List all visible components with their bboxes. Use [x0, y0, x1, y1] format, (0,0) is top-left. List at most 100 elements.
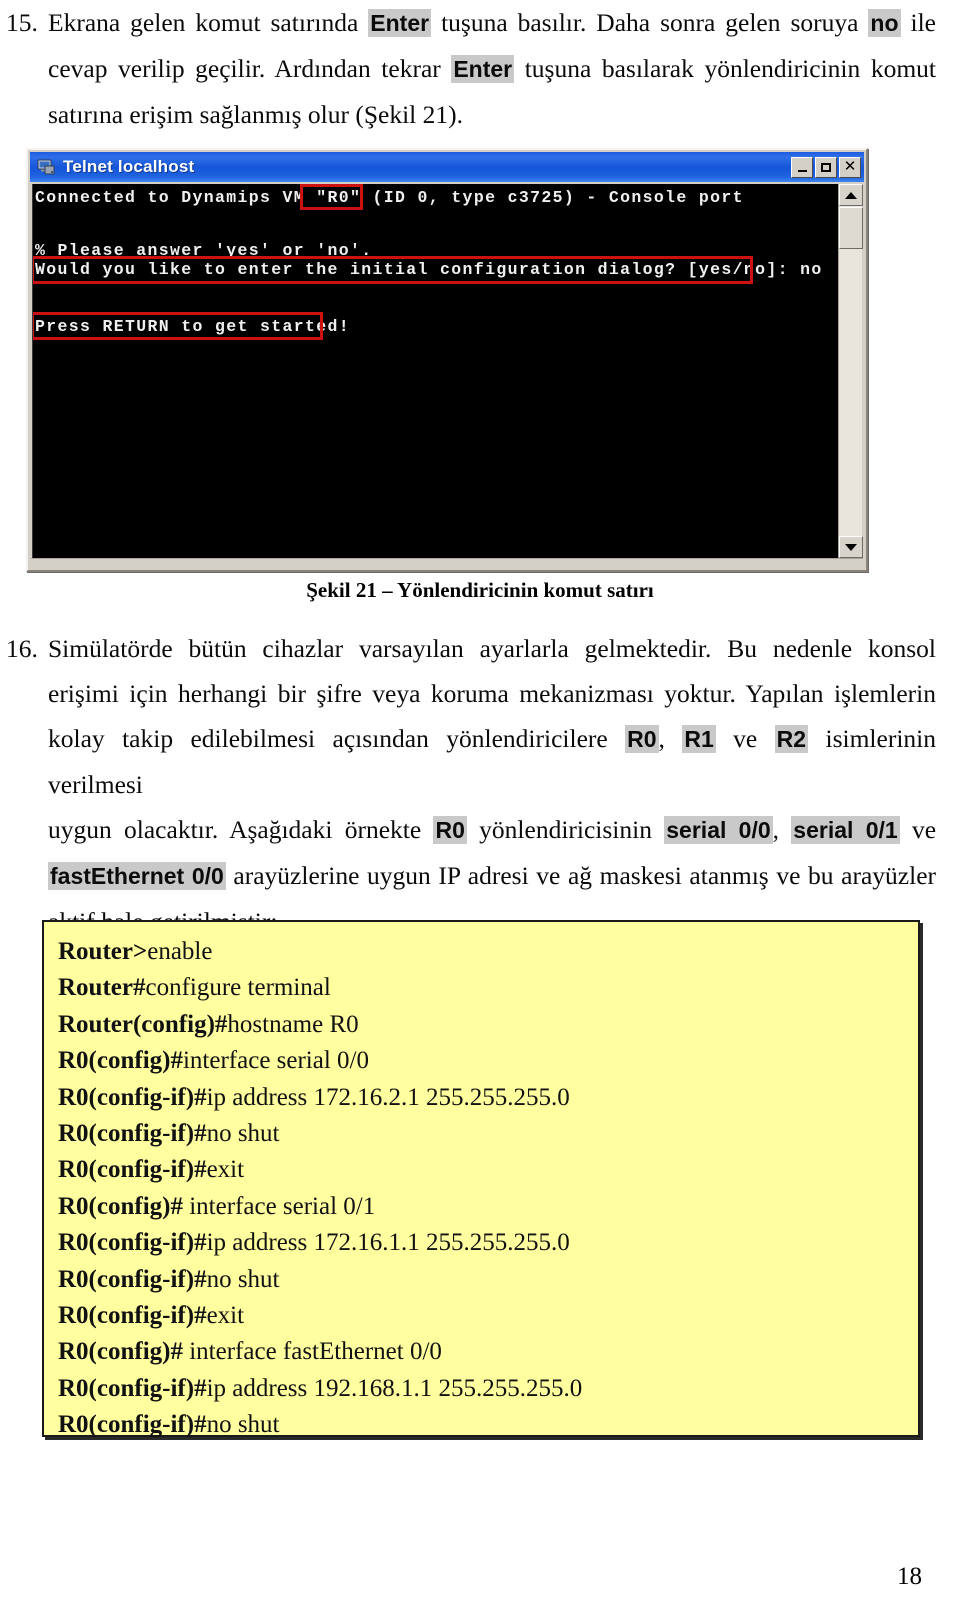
code-line: R0(config-if)#ip address 192.168.1.1 255… — [58, 1371, 918, 1407]
cli-command: enable — [147, 938, 213, 965]
code-line: R0(config)#interface serial 0/0 — [58, 1043, 918, 1079]
cli-command: configure terminal — [145, 974, 331, 1002]
code-line: Router#configure terminal — [58, 970, 918, 1006]
code-line: R0(config-if)#exit — [58, 1152, 918, 1188]
cli-prompt: R0(config-if)# — [58, 1265, 207, 1293]
code-line: R0(config)# interface serial 0/1 — [58, 1189, 918, 1225]
code-line: Router(config)#hostname R0 — [58, 1007, 918, 1043]
paragraph-15: 15. Ekrana gelen komut satırında Enter t… — [6, 0, 936, 137]
text-run: cevap verilip geçilir. Ardından tekrar — [48, 54, 452, 83]
cli-prompt: R0(config)# — [58, 1192, 183, 1220]
cli-prompt: R0(config-if)# — [58, 1302, 207, 1330]
highlighted-term: Enter — [451, 55, 515, 83]
highlighted-term: serial 0/1 — [791, 816, 900, 844]
close-button[interactable]: ✕ — [839, 156, 861, 178]
cli-command: ip address 172.16.2.1 255.255.255.0 — [206, 1083, 570, 1111]
close-icon: ✕ — [843, 158, 857, 175]
telnet-titlebar[interactable]: Telnet localhost ✕ — [30, 152, 864, 182]
highlighted-term: fastEthernet 0/0 — [48, 862, 226, 890]
text-run: Ekrana gelen komut satırında — [48, 8, 369, 37]
cli-prompt: R0(config-if)# — [58, 1120, 207, 1148]
text-line: Ekrana gelen komut satırında Enter tuşun… — [48, 0, 936, 46]
text-run: ile — [900, 8, 937, 37]
cli-prompt: R0(config)# — [58, 1338, 183, 1366]
cli-command: hostname R0 — [227, 1010, 359, 1038]
paragraph-15-body: Ekrana gelen komut satırında Enter tuşun… — [48, 0, 936, 137]
cli-command: exit — [206, 1156, 245, 1184]
cli-command: no shut — [206, 1411, 280, 1439]
router-config-codebox: Router>enable Router#configure terminal Ro… — [42, 920, 920, 1438]
text-run: ve — [899, 815, 937, 844]
cli-command: interface serial 0/0 — [182, 1047, 369, 1075]
code-line: R0(config-if)#no shut — [58, 1262, 918, 1298]
figure-caption: Şekil 21 – Yönlendiricinin komut satırı — [306, 578, 654, 602]
cli-command: no shut — [206, 1265, 280, 1293]
telnet-window-title: Telnet localhost — [63, 157, 195, 176]
list-marker-15: 15. — [6, 8, 38, 37]
text-run: arayüzlerine uygun IP adresi ve ağ maske… — [225, 861, 936, 890]
code-line: R0(config-if)#ip address 172.16.2.1 255.… — [58, 1080, 918, 1116]
cli-prompt: R0(config)# — [58, 1047, 183, 1075]
text-line: Simülatörde bütün cihazlar varsayılan ay… — [48, 626, 936, 671]
paragraph-16: 16. Simülatörde bütün cihazlar varsayıla… — [6, 626, 936, 944]
telnet-window[interactable]: Telnet localhost ✕ Connected to Dynamips… — [26, 148, 868, 572]
highlighted-term: serial 0/0 — [664, 816, 773, 844]
highlighted-term: Enter — [368, 9, 432, 37]
code-line: R0(config)# interface fastEthernet 0/0 — [58, 1334, 918, 1370]
text-run: erişimi için herhangi bir şifre veya kor… — [48, 679, 936, 708]
console-scrollbar[interactable] — [838, 184, 863, 558]
cli-prompt: R0(config-if)# — [58, 1229, 207, 1257]
highlighted-term: R0 — [625, 725, 659, 753]
code-line: R0(config-if)#exit — [58, 1298, 918, 1334]
text-run: uygun olacaktır. Aşağıdaki örnekte — [48, 815, 434, 844]
code-line: Router>enable — [58, 934, 918, 970]
scroll-down-arrow[interactable] — [839, 536, 863, 558]
page-number: 18 — [897, 1563, 922, 1590]
text-run: ve — [715, 724, 775, 753]
text-line: kolay takip edilebilmesi açısından yönle… — [48, 716, 936, 807]
telnet-console-output[interactable]: Connected to Dynamips VM "R0" (ID 0, typ… — [32, 184, 839, 558]
console-line: Connected to Dynamips VM "R0" (ID 0, typ… — [35, 188, 744, 207]
console-line: Would you like to enter the initial conf… — [35, 260, 823, 279]
highlighted-term: no — [868, 9, 901, 37]
text-line: fastEthernet 0/0 arayüzlerine uygun IP a… — [48, 853, 936, 899]
cli-prompt: R0(config-if)# — [58, 1374, 207, 1402]
text-run: tuşuna basılır. Daha sonra gelen soruya — [431, 8, 869, 37]
text-run: yönlendiricisinin — [466, 815, 665, 844]
cli-prompt: Router(config)# — [58, 1010, 228, 1038]
paragraph-16-body: Simülatörde bütün cihazlar varsayılan ay… — [48, 626, 936, 944]
highlighted-term: R2 — [774, 725, 809, 753]
text-run: satırına erişim sağlanmış olur (Şekil 21… — [48, 100, 464, 129]
computer-icon — [36, 157, 56, 177]
highlighted-term: R1 — [682, 725, 716, 753]
text-run: Simülatörde bütün cihazlar varsayılan ay… — [48, 634, 936, 663]
document-page: 15. Ekrana gelen komut satırında Enter t… — [0, 0, 960, 1603]
text-run: tuşuna basılarak yönlendiricinin komut — [514, 54, 936, 83]
cli-command: no shut — [206, 1120, 280, 1148]
cli-command: ip address 172.16.1.1 255.255.255.0 — [206, 1229, 570, 1257]
cli-command: exit — [206, 1302, 245, 1330]
window-controls: ✕ — [791, 156, 861, 178]
minimize-button[interactable] — [791, 156, 813, 178]
text-line: satırına erişim sağlanmış olur (Şekil 21… — [48, 92, 936, 137]
highlighted-term: R0 — [433, 816, 467, 844]
text-line: erişimi için herhangi bir şifre veya kor… — [48, 671, 936, 716]
cli-command: interface fastEthernet 0/0 — [182, 1338, 442, 1366]
cli-prompt: Router> — [58, 938, 148, 965]
text-run: kolay takip edilebilmesi açısından yönle… — [48, 724, 626, 753]
code-line: R0(config-if)#ip address 172.16.1.1 255.… — [58, 1225, 918, 1261]
console-line: % Please answer 'yes' or 'no'. — [35, 241, 373, 260]
console-line: Press RETURN to get started! — [35, 317, 351, 336]
cli-prompt: R0(config-if)# — [58, 1156, 207, 1184]
scroll-up-arrow[interactable] — [839, 184, 863, 206]
cli-prompt: Router# — [58, 974, 146, 1002]
code-line: R0(config-if)#no shut — [58, 1116, 918, 1152]
cli-command: ip address 192.168.1.1 255.255.255.0 — [206, 1374, 583, 1402]
text-run: , — [658, 724, 683, 753]
text-run: , — [772, 815, 792, 844]
list-marker-16: 16. — [6, 634, 38, 663]
text-line: cevap verilip geçilir. Ardından tekrar E… — [48, 46, 936, 92]
maximize-button[interactable] — [815, 156, 837, 178]
scroll-thumb[interactable] — [839, 207, 863, 249]
code-line: R0(config-if)#no shut — [58, 1407, 918, 1443]
